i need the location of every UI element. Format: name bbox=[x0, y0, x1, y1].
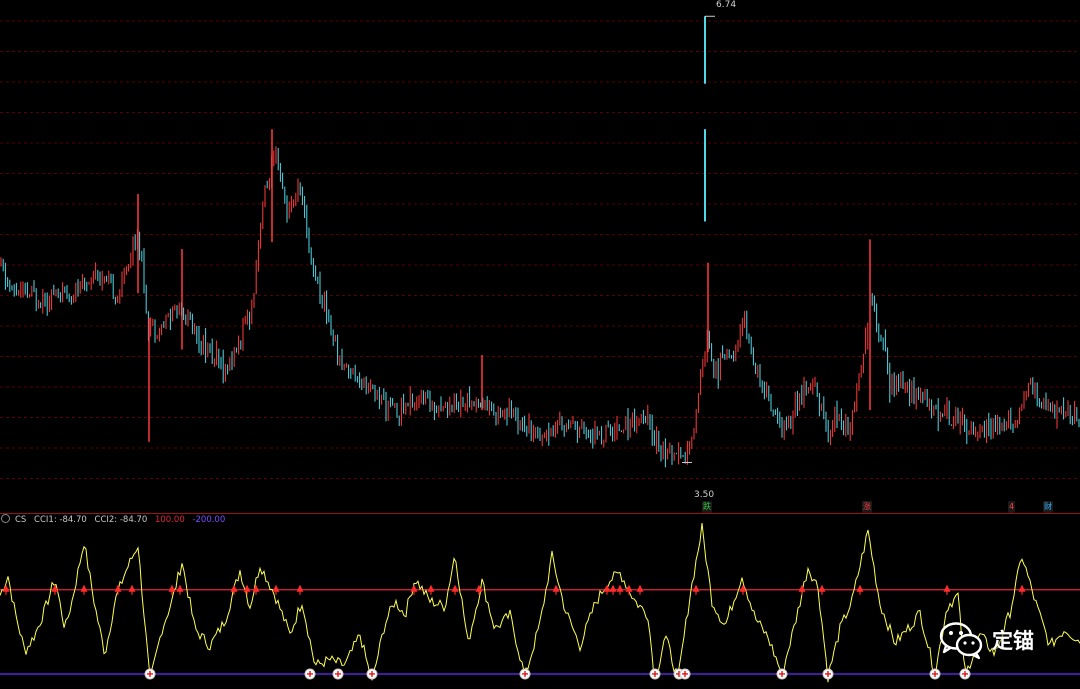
ref-line-neg200-label: -200.00 bbox=[192, 515, 226, 525]
cci-series bbox=[0, 522, 1080, 683]
watermark: 定锚 bbox=[938, 619, 1034, 661]
cci-reference-lines bbox=[0, 589, 1080, 675]
event-marker: 涨 bbox=[862, 501, 872, 513]
cci1-label: CCI1: -84.70 bbox=[34, 515, 87, 525]
price-candles bbox=[0, 146, 1080, 468]
ref-line-100-label: 100.00 bbox=[154, 515, 185, 525]
wechat-icon bbox=[939, 622, 983, 660]
cci2-label: CCI2: -84.70 bbox=[94, 515, 148, 525]
event-marker: 跌 bbox=[702, 501, 712, 513]
price-spikes bbox=[137, 15, 871, 463]
price-low-label: 3.50 bbox=[694, 490, 715, 500]
cci-line bbox=[0, 522, 1080, 683]
chart-canvas bbox=[0, 15, 1080, 683]
indicator-name: CS bbox=[15, 515, 27, 525]
event-marker: 4 bbox=[1008, 501, 1016, 513]
price-grid bbox=[0, 20, 1080, 479]
event-marker: 财 bbox=[1043, 501, 1053, 513]
price-high-label: 6.74 bbox=[716, 0, 737, 10]
watermark-text: 定锚 bbox=[992, 629, 1034, 653]
indicator-header: CS CCI1: -84.70 CCI2: -84.70 100.00 -200… bbox=[0, 514, 230, 526]
settings-icon[interactable] bbox=[1, 514, 10, 523]
